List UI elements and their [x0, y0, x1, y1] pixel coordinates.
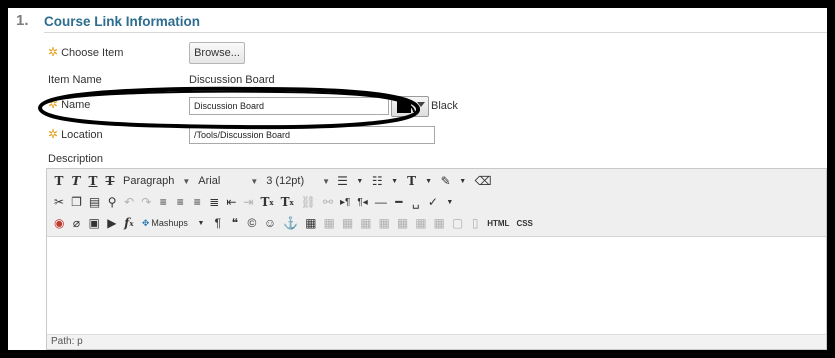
outdent-icon[interactable]: ⇤	[223, 193, 239, 211]
editor-toolbar: T T T T Paragraph ▼ Arial ▼ 3 (12pt) ▼ ☰ ▼ ☷…	[47, 169, 826, 237]
align-right-icon[interactable]: ≡	[189, 193, 205, 211]
item-name-value: Discussion Board	[189, 74, 275, 86]
formula-icon[interactable]: fx	[121, 214, 137, 232]
chevron-down-icon[interactable]: ▼	[352, 172, 368, 190]
rich-text-editor: T T T T Paragraph ▼ Arial ▼ 3 (12pt) ▼ ☰ ▼ ☷…	[46, 168, 827, 350]
italic-icon[interactable]: T	[68, 172, 84, 190]
required-icon: ✲	[48, 127, 59, 141]
color-swatch	[397, 100, 411, 113]
emoticon-icon[interactable]: ☺	[261, 214, 279, 232]
step-number: 1.	[16, 12, 29, 29]
section-title: Course Link Information	[44, 14, 201, 29]
delete-col-icon[interactable]: ▦	[431, 214, 448, 232]
record-icon[interactable]: ◉	[51, 214, 67, 232]
justify-icon[interactable]: ≣	[206, 193, 222, 211]
size-dropdown[interactable]: 3 (12pt) ▼	[262, 172, 334, 190]
chevron-down-icon: ▼	[182, 176, 191, 186]
location-label: ✲ Location	[48, 127, 103, 141]
unlink-icon[interactable]: ⚯	[320, 193, 336, 211]
horizontal-rule-icon[interactable]: —	[372, 193, 390, 211]
chevron-down-icon[interactable]: ▼	[455, 172, 471, 190]
required-icon: ✲	[48, 45, 59, 59]
chevron-down-icon[interactable]: ▼	[442, 193, 458, 211]
delete-row-icon[interactable]: ▦	[394, 214, 411, 232]
format-dropdown[interactable]: Paragraph ▼	[119, 172, 194, 190]
redo-icon[interactable]: ↷	[138, 193, 154, 211]
browse-button[interactable]: Browse...	[189, 42, 245, 64]
underline-icon[interactable]: T	[85, 172, 101, 190]
image-icon[interactable]: ▣	[85, 214, 102, 232]
insert-row-icon[interactable]: ▦	[376, 214, 393, 232]
subscript-icon[interactable]: Tx	[278, 193, 297, 211]
strikethrough-icon[interactable]: T	[102, 172, 118, 190]
editor-path-bar: Path: p	[47, 334, 826, 349]
highlight-icon[interactable]: ✎	[438, 172, 454, 190]
link-icon[interactable]: ⛓	[298, 193, 319, 211]
nonbreaking-space-icon[interactable]: ␣	[408, 193, 424, 211]
chevron-down-icon[interactable]: ▼	[193, 214, 209, 232]
toolbar-row-2: ✂ ❐ ▤ ⚲ ↶ ↷ ≡ ≡ ≡ ≣ ⇤ ⇥ Tx Tx ⛓ ⚯ ▸¶ ¶◂ …	[51, 192, 459, 212]
required-icon: ✲	[48, 97, 59, 111]
chevron-down-icon: ▼	[322, 176, 331, 186]
rtl-icon[interactable]: ¶◂	[354, 193, 370, 211]
chevron-down-icon	[417, 102, 425, 107]
toolbar-row-1: T T T T Paragraph ▼ Arial ▼ 3 (12pt) ▼ ☰ ▼ ☷…	[51, 171, 496, 191]
find-icon[interactable]: ⚲	[104, 193, 120, 211]
merge-icon[interactable]: ▢	[449, 214, 466, 232]
undo-icon[interactable]: ↶	[121, 193, 137, 211]
bullet-list-icon[interactable]: ☰	[334, 172, 351, 190]
cut-icon[interactable]: ✂	[51, 193, 67, 211]
mashups-dropdown[interactable]: ✥ Mashups	[138, 214, 192, 232]
quote-icon[interactable]: ❝	[227, 214, 243, 232]
spellcheck-icon[interactable]: ✓	[425, 193, 441, 211]
mashups-icon: ✥	[141, 217, 150, 228]
location-input[interactable]: /Tools/Discussion Board	[189, 126, 435, 144]
course-link-panel: 1. Course Link Information ✲ Choose Item …	[8, 8, 827, 350]
choose-item-label: ✲ Choose Item	[48, 45, 124, 59]
bold-icon[interactable]: T	[51, 172, 67, 190]
chevron-down-icon[interactable]: ▼	[387, 172, 403, 190]
eraser-icon[interactable]: ⌫	[472, 172, 495, 190]
indent-icon[interactable]: ⇥	[240, 193, 256, 211]
numbered-list-icon[interactable]: ☷	[369, 172, 386, 190]
ltr-icon[interactable]: ▸¶	[337, 193, 353, 211]
chevron-down-icon[interactable]: ▼	[421, 172, 437, 190]
font-dropdown[interactable]: Arial ▼	[194, 172, 262, 190]
attach-icon[interactable]: ⌀	[68, 214, 84, 232]
paste-icon[interactable]: ▤	[86, 193, 103, 211]
name-input[interactable]: Discussion Board	[189, 97, 389, 115]
description-label: Description	[48, 153, 104, 165]
anchor-icon[interactable]: ⚓	[280, 214, 301, 232]
split-icon[interactable]: ▯	[467, 214, 483, 232]
text-color-icon[interactable]: T	[404, 172, 420, 190]
editor-content-area[interactable]	[47, 237, 826, 336]
chevron-down-icon: ▼	[250, 176, 259, 186]
table-icon[interactable]: ▦	[302, 214, 319, 232]
name-label: ✲ Name	[48, 97, 91, 111]
table-cell-icon[interactable]: ▦	[339, 214, 356, 232]
hr-line-icon[interactable]: ━	[391, 193, 407, 211]
item-name-label: Item Name	[48, 74, 102, 86]
superscript-icon[interactable]: Tx	[257, 193, 276, 211]
color-picker-button[interactable]	[391, 96, 429, 117]
copy-icon[interactable]: ❐	[68, 193, 85, 211]
table-props-icon[interactable]: ▦	[357, 214, 374, 232]
css-button[interactable]: CSS	[513, 214, 535, 232]
paragraph-mark-icon[interactable]: ¶	[210, 214, 226, 232]
media-icon[interactable]: ▶	[104, 214, 120, 232]
align-left-icon[interactable]: ≡	[155, 193, 171, 211]
insert-col-icon[interactable]: ▦	[412, 214, 429, 232]
html-button[interactable]: HTML	[484, 214, 512, 232]
copyright-icon[interactable]: ©	[244, 214, 260, 232]
table-row-icon[interactable]: ▦	[320, 214, 337, 232]
section-divider	[44, 32, 827, 33]
align-center-icon[interactable]: ≡	[172, 193, 188, 211]
color-name: Black	[431, 100, 458, 112]
toolbar-row-3: ◉ ⌀ ▣ ▶ fx ✥ Mashups ▼ ¶ ❝ © ☺ ⚓ ▦ ▦ ▦ ▦ …	[51, 213, 537, 233]
